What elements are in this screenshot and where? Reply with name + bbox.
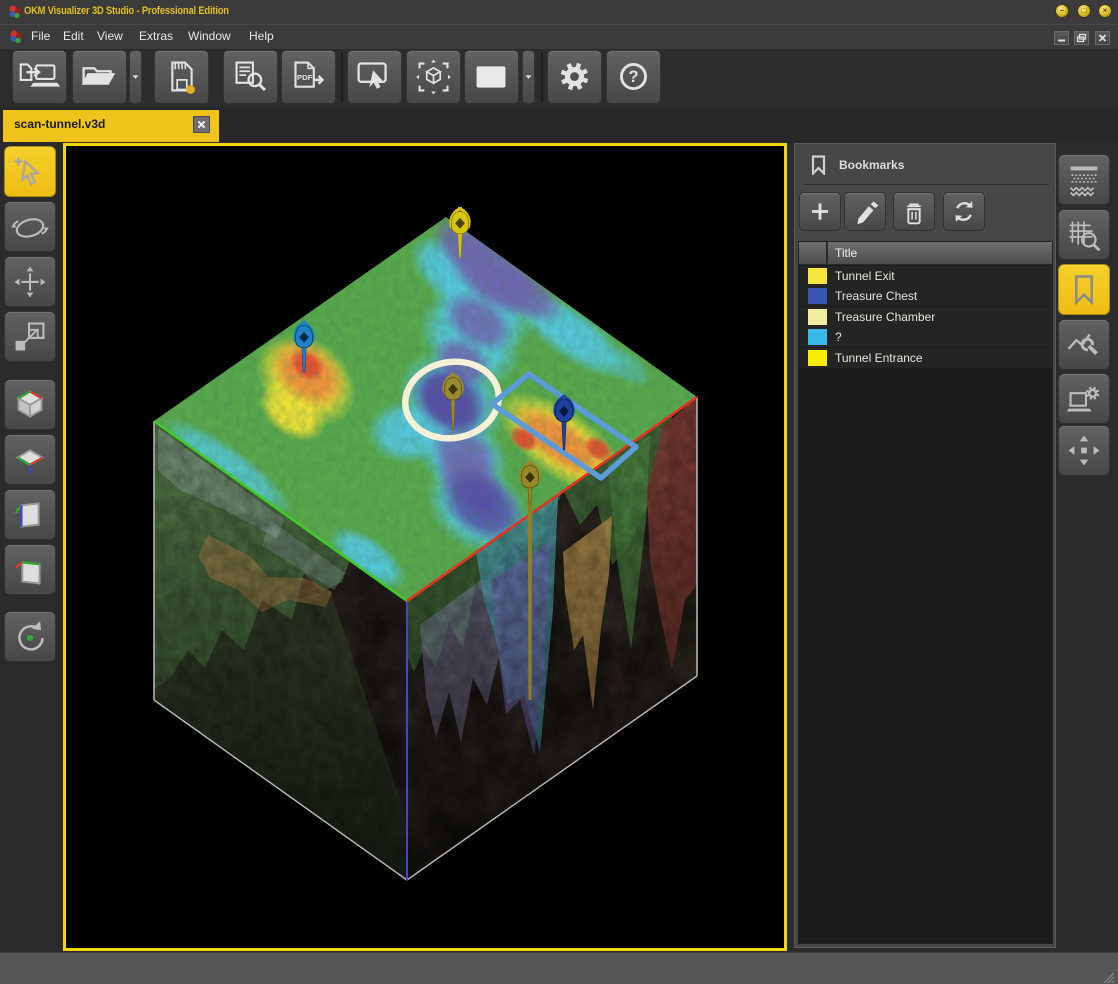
svg-text:?: ? xyxy=(629,68,639,86)
svg-text:PDF: PDF xyxy=(297,73,313,82)
